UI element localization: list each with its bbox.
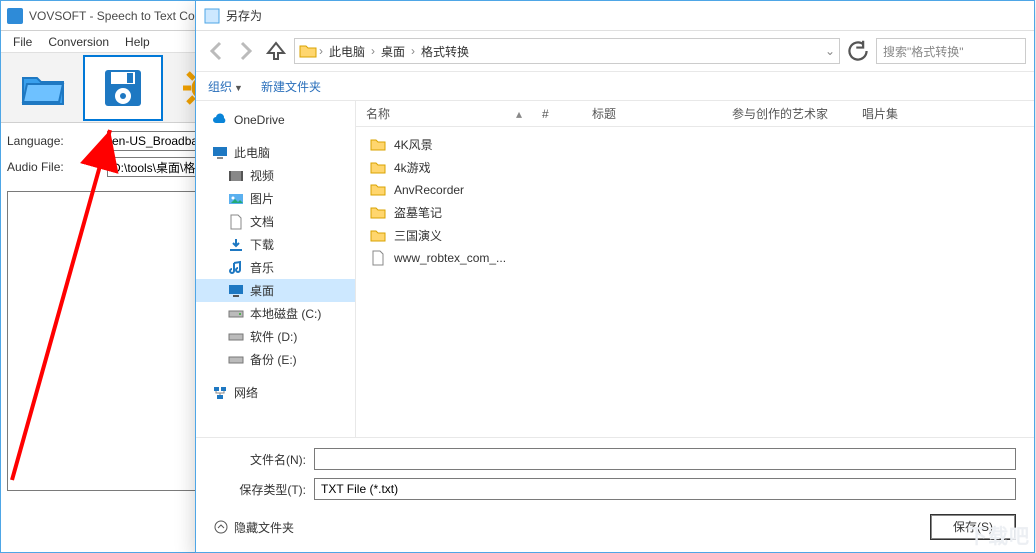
search-input[interactable]: 搜索"格式转换" [876, 38, 1026, 64]
list-item[interactable]: www_robtex_com_... [356, 247, 1034, 269]
nav-back-button[interactable] [204, 39, 228, 63]
folder-icon [370, 160, 386, 176]
save-button[interactable] [83, 55, 163, 121]
col-artist[interactable]: 参与创作的艺术家 [722, 105, 852, 122]
filetype-select[interactable]: TXT File (*.txt) [314, 478, 1016, 500]
chevron-down-icon[interactable]: ⌄ [825, 44, 835, 58]
menu-file[interactable]: File [7, 33, 38, 51]
tree-downloads[interactable]: 下载 [196, 233, 355, 256]
search-placeholder: 搜索"格式转换" [883, 43, 964, 60]
audiofile-label: Audio File: [7, 160, 107, 174]
filename-label: 文件名(N): [214, 451, 314, 468]
col-hash[interactable]: # [532, 107, 582, 121]
dialog-navbar: › 此电脑 › 桌面 › 格式转换 ⌄ 搜索"格式转换" [196, 31, 1034, 71]
folder-icon [370, 182, 386, 198]
crumb-thispc[interactable]: 此电脑 [325, 43, 369, 60]
file-icon [370, 250, 386, 266]
download-icon [228, 237, 244, 253]
save-as-dialog: 另存为 › 此电脑 › 桌面 › 格式转换 ⌄ 搜索"格式转换" 组织▼ 新建文… [195, 0, 1035, 553]
filetype-label: 保存类型(T): [214, 481, 314, 498]
video-icon [228, 168, 244, 184]
hide-folders-button[interactable]: 隐藏文件夹 [214, 519, 294, 536]
tree-disk-e[interactable]: 备份 (E:) [196, 348, 355, 371]
sort-asc-icon: ▴ [506, 107, 532, 121]
chevron-down-icon: ▼ [234, 83, 243, 93]
col-title[interactable]: 标题 [582, 105, 722, 122]
chevron-up-circle-icon [214, 520, 228, 534]
refresh-button[interactable] [846, 39, 870, 63]
tree-thispc[interactable]: 此电脑 [196, 141, 355, 164]
nav-forward-button[interactable] [234, 39, 258, 63]
dialog-title: 另存为 [226, 7, 262, 24]
pictures-icon [228, 191, 244, 207]
document-icon [228, 214, 244, 230]
list-item[interactable]: 盗墓笔记 [356, 201, 1034, 224]
tree-docs[interactable]: 文档 [196, 210, 355, 233]
file-list: 名称 ▴ # 标题 参与创作的艺术家 唱片集 4K风景 4k游戏 AnvReco… [356, 101, 1034, 437]
chevron-right-icon: › [411, 44, 415, 58]
new-folder-button[interactable]: 新建文件夹 [261, 78, 321, 95]
drive-icon [228, 306, 244, 322]
folder-icon [370, 137, 386, 153]
folder-icon [299, 43, 317, 59]
tree-onedrive[interactable]: OneDrive [196, 109, 355, 131]
tree-music[interactable]: 音乐 [196, 256, 355, 279]
list-item[interactable]: 三国演义 [356, 224, 1034, 247]
save-dialog-button[interactable]: 保存(S) [930, 514, 1016, 540]
crumb-desktop[interactable]: 桌面 [377, 43, 409, 60]
drive-icon [228, 329, 244, 345]
cloud-icon [212, 112, 228, 128]
list-item[interactable]: AnvRecorder [356, 179, 1034, 201]
app-icon [7, 8, 23, 24]
drive-icon [228, 352, 244, 368]
folder-icon [370, 228, 386, 244]
dialog-titlebar: 另存为 [196, 1, 1034, 31]
dialog-body: OneDrive 此电脑 视频 图片 文档 下载 音乐 桌面 本地磁盘 (C:)… [196, 101, 1034, 437]
tree-disk-c[interactable]: 本地磁盘 (C:) [196, 302, 355, 325]
list-item[interactable]: 4K风景 [356, 133, 1034, 156]
tree-disk-d[interactable]: 软件 (D:) [196, 325, 355, 348]
nav-up-button[interactable] [264, 39, 288, 63]
tree-network[interactable]: 网络 [196, 381, 355, 404]
menu-help[interactable]: Help [119, 33, 156, 51]
list-item[interactable]: 4k游戏 [356, 156, 1034, 179]
organize-button[interactable]: 组织▼ [208, 78, 243, 95]
folder-icon [370, 205, 386, 221]
desktop-icon [228, 283, 244, 299]
dialog-icon [204, 8, 220, 24]
folder-tree[interactable]: OneDrive 此电脑 视频 图片 文档 下载 音乐 桌面 本地磁盘 (C:)… [196, 101, 356, 437]
col-name[interactable]: 名称 [356, 105, 506, 122]
filename-input[interactable] [314, 448, 1016, 470]
language-label: Language: [7, 134, 107, 148]
open-button[interactable] [3, 55, 83, 121]
music-icon [228, 260, 244, 276]
col-album[interactable]: 唱片集 [852, 105, 1034, 122]
dialog-command-bar: 组织▼ 新建文件夹 [196, 71, 1034, 101]
network-icon [212, 385, 228, 401]
list-rows: 4K风景 4k游戏 AnvRecorder 盗墓笔记 三国演义 www_robt… [356, 127, 1034, 275]
chevron-right-icon: › [319, 44, 323, 58]
tree-video[interactable]: 视频 [196, 164, 355, 187]
crumb-folder[interactable]: 格式转换 [417, 43, 473, 60]
tree-pictures[interactable]: 图片 [196, 187, 355, 210]
monitor-icon [212, 145, 228, 161]
dialog-footer: 文件名(N): 保存类型(T): TXT File (*.txt) 隐藏文件夹 … [196, 437, 1034, 552]
tree-desktop[interactable]: 桌面 [196, 279, 355, 302]
breadcrumb[interactable]: › 此电脑 › 桌面 › 格式转换 ⌄ [294, 38, 840, 64]
list-header[interactable]: 名称 ▴ # 标题 参与创作的艺术家 唱片集 [356, 101, 1034, 127]
chevron-right-icon: › [371, 44, 375, 58]
save-icon [99, 64, 147, 112]
folder-open-icon [19, 64, 67, 112]
menu-conversion[interactable]: Conversion [42, 33, 115, 51]
